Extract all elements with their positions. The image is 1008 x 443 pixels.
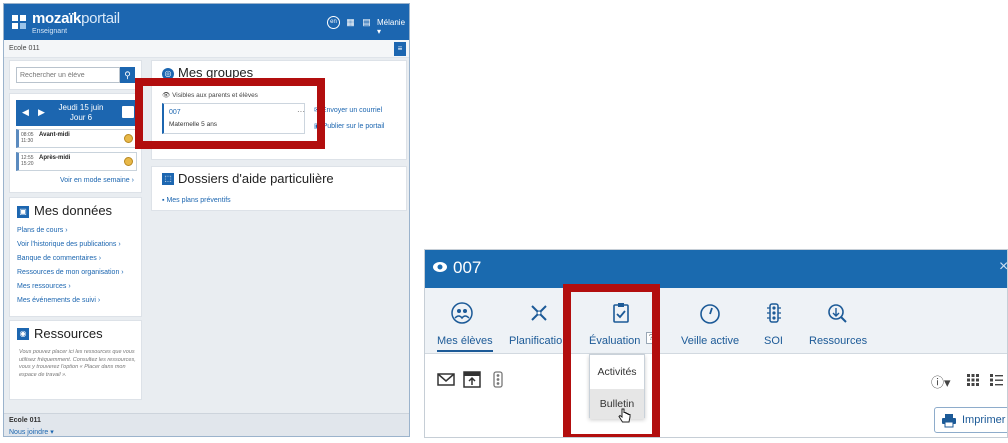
search-icon[interactable]: ⚲ — [120, 67, 135, 83]
data-link[interactable]: Voir l'historique des publications › — [17, 241, 121, 248]
period-icon — [124, 157, 133, 166]
contact-us-link[interactable]: Nous joindre ▾ — [9, 428, 54, 436]
info-menu-button[interactable]: ⓘ▾ — [931, 372, 951, 391]
week-view-label: Voir en mode semaine — [60, 177, 130, 184]
slot-times: 08:05 11:30 — [21, 132, 34, 144]
top-bar: mozaïkportail Enseignant en ▦ ▤ Mélanie … — [4, 4, 409, 40]
role-label: Enseignant — [32, 28, 68, 35]
footer-school: Ecole 011 — [9, 417, 41, 424]
schedule-slot[interactable]: 12:55 15:20 Après-midi — [16, 152, 137, 171]
group-title: 007 — [453, 258, 482, 277]
student-search-panel: ⚲ — [9, 60, 142, 90]
footer: Ecole 011 Nous joindre ▾ — [4, 413, 409, 436]
data-link-label: Mes ressources — [17, 283, 67, 290]
tab-mes-eleves[interactable]: Mes élèves — [437, 335, 493, 347]
document-icon[interactable]: ≡ — [394, 42, 406, 56]
resources-note: Vous pouvez placer ici les ressources qu… — [19, 349, 136, 378]
my-data-title: Mes données — [34, 203, 113, 218]
preventive-plans-link[interactable]: ▪ Mes plans préventifs — [162, 197, 231, 204]
print-button[interactable]: Imprimer — [934, 407, 1007, 433]
data-link[interactable]: Ressources de mon organisation › — [17, 269, 124, 276]
help-files-panel: ⬚ Dossiers d'aide particulière ▪ Mes pla… — [151, 166, 407, 211]
calendar-date-line: Jeudi 15 juin — [58, 103, 104, 112]
gauge-icon[interactable] — [699, 302, 721, 324]
tab-soi[interactable]: SOI — [764, 335, 783, 347]
slot-label: Avant-midi — [39, 132, 70, 138]
folder-icon: ⬚ — [162, 173, 174, 185]
tab-veille-active[interactable]: Veille active — [681, 335, 739, 347]
school-bar: Ecole 011 ≡ — [4, 40, 409, 58]
data-icon: ▣ — [17, 206, 29, 218]
eye-icon — [433, 262, 447, 272]
school-name: Ecole 011 — [9, 45, 40, 52]
highlight-frame — [135, 78, 325, 149]
help-files-title: Dossiers d'aide particulière — [178, 171, 334, 186]
active-tab-underline — [437, 350, 493, 352]
publish-icon[interactable] — [463, 371, 481, 388]
resources-icon[interactable] — [826, 302, 848, 324]
mail-icon[interactable] — [437, 371, 455, 388]
mozaik-logo-icon — [12, 15, 26, 29]
tools-icon[interactable] — [528, 302, 550, 324]
data-link-label: Mes événements de suivi — [17, 297, 96, 304]
calendar-day-cycle: Jour 6 — [69, 113, 93, 122]
next-day-icon[interactable]: ▶ — [38, 107, 45, 118]
resources-title: Ressources — [34, 326, 103, 341]
data-link-label: Voir l'historique des publications — [17, 241, 117, 248]
traffic-light-icon[interactable] — [489, 371, 507, 388]
week-view-link[interactable]: Voir en mode semaine › — [60, 177, 134, 184]
highlight-frame — [563, 284, 660, 437]
language-icon[interactable]: en — [327, 16, 340, 29]
printer-icon — [942, 414, 956, 428]
brand-logo[interactable]: mozaïkportail — [32, 10, 120, 27]
slot-label: Après-midi — [39, 155, 71, 161]
preventive-plans-label: Mes plans préventifs — [166, 197, 231, 204]
day-calendar: ◀ ▶ Jeudi 15 juin Jour 6 08:05 11:30 Avan… — [9, 93, 142, 193]
resources-icon: ◉ — [17, 328, 29, 340]
calendar-header: ◀ ▶ Jeudi 15 juin Jour 6 — [16, 100, 137, 126]
close-icon[interactable]: × — [999, 258, 1007, 276]
list-view-icon[interactable] — [989, 373, 1003, 387]
calendar-grid-icon[interactable]: ▦ — [344, 16, 357, 29]
grid-view-icon[interactable] — [966, 373, 980, 387]
data-link[interactable]: Mes ressources › — [17, 283, 71, 290]
resources-panel: ◉ Ressources Vous pouvez placer ici les … — [9, 320, 142, 400]
calendar-icon[interactable] — [122, 106, 134, 118]
tab-ressources[interactable]: Ressources — [809, 335, 867, 347]
my-data-panel: ▣ Mes données Plans de cours › Voir l'hi… — [9, 197, 142, 317]
contacts-icon[interactable]: ▤ — [360, 16, 373, 29]
publish-portal-label: Publier sur le portail — [322, 123, 385, 130]
data-link[interactable]: Plans de cours › — [17, 227, 68, 234]
user-menu[interactable]: Mélanie ▾ — [377, 18, 409, 36]
calendar-date: Jeudi 15 juin Jour 6 — [56, 103, 106, 123]
group-header: 007 × — [425, 250, 1007, 288]
portal-screenshot: mozaïkportail Enseignant en ▦ ▤ Mélanie … — [3, 3, 410, 437]
student-search-input[interactable] — [16, 67, 120, 83]
group-tabs: Mes élèves Planification Évaluation ? Ve… — [425, 288, 1007, 354]
data-link-label: Ressources de mon organisation — [17, 269, 120, 276]
data-link[interactable]: Banque de commentaires › — [17, 255, 101, 262]
group-screenshot: 007 × Mes élèves Planification Évaluatio… — [424, 249, 1008, 438]
traffic-light-icon[interactable] — [763, 302, 785, 324]
tab-planification[interactable]: Planification — [509, 335, 568, 347]
data-link-label: Plans de cours — [17, 227, 64, 234]
send-email-label: Envoyer un courriel — [321, 107, 383, 114]
students-icon[interactable] — [451, 302, 473, 324]
slot-times: 12:55 15:20 — [21, 155, 34, 167]
slot-end: 11:30 — [21, 138, 34, 144]
slot-end: 15:20 — [21, 161, 34, 167]
print-label: Imprimer — [962, 414, 1006, 426]
data-link-label: Banque de commentaires — [17, 255, 97, 262]
previous-day-icon[interactable]: ◀ — [22, 107, 29, 118]
period-icon — [124, 134, 133, 143]
data-link[interactable]: Mes événements de suivi › — [17, 297, 100, 304]
schedule-slot[interactable]: 08:05 11:30 Avant-midi — [16, 129, 137, 148]
